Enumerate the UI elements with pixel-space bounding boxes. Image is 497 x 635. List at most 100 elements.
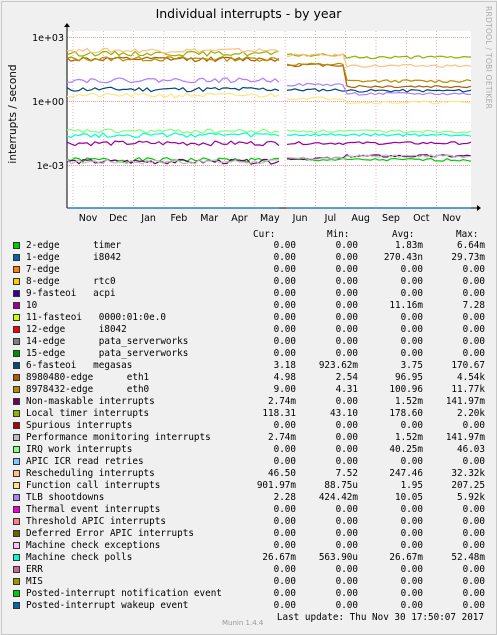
legend-avg-value: 26.67m xyxy=(389,552,423,563)
legend-swatch xyxy=(13,566,20,573)
legend-series-name: 14-edge pata_serverworks xyxy=(26,336,189,347)
y-axis-arrow xyxy=(64,23,70,27)
legend-row: Deferred Error APIC interrupts 0.00 0.00 0.… xyxy=(0,528,497,540)
legend-cur-value: 0.00 xyxy=(273,588,296,599)
legend-cur-value: 0.00 xyxy=(273,312,296,323)
legend-cur-value: 0.00 xyxy=(273,456,296,467)
x-tick-label: Jun xyxy=(292,213,308,224)
legend-series-name: 1-edge i8042 xyxy=(26,252,122,263)
legend-max-value: 29.73m xyxy=(451,252,485,263)
legend-min-value: 7.52 xyxy=(335,468,358,479)
legend-avg-value: 0.00 xyxy=(400,348,423,359)
legend-cur-value: 0.00 xyxy=(273,564,296,575)
legend-row: Threshold APIC interrupts 0.00 0.00 0.00 0.0… xyxy=(0,516,497,528)
legend-swatch xyxy=(13,458,20,465)
legend-cur-value: 3.18 xyxy=(273,360,296,371)
x-tick-label: Dec xyxy=(109,213,127,224)
legend-max-value: 207.25 xyxy=(451,480,485,491)
legend-swatch xyxy=(13,398,20,405)
legend-avg-value: 178.60 xyxy=(389,408,423,419)
legend-max-value: 0.00 xyxy=(462,504,485,515)
legend-avg-value: 0.00 xyxy=(400,540,423,551)
legend-avg-value: 0.00 xyxy=(400,420,423,431)
legend-series-name: MIS xyxy=(26,576,43,587)
legend-avg-value: 270.43n xyxy=(383,252,423,263)
legend-min-value: 0.00 xyxy=(335,456,358,467)
legend-row: Rescheduling interrupts 46.50 7.52 247.46 32… xyxy=(0,468,497,480)
legend-swatch xyxy=(13,494,20,501)
legend-swatch xyxy=(13,374,20,381)
legend-swatch xyxy=(13,278,20,285)
legend-row: 12-edge i8042 0.00 0.00 0.00 0.00 xyxy=(0,324,497,336)
legend-avg-value: 0.00 xyxy=(400,264,423,275)
legend-avg-value: 40.25m xyxy=(389,444,423,455)
legend-min-value: 0.00 xyxy=(335,252,358,263)
legend-series-name: Local timer interrupts xyxy=(26,408,150,419)
legend-min-value: 0.00 xyxy=(335,396,358,407)
legend-avg-value: 247.46 xyxy=(389,468,423,479)
x-tick-label: Nov xyxy=(79,213,98,224)
legend-min-value: 0.00 xyxy=(335,600,358,611)
legend-series-name: Thermal event interrupts xyxy=(26,504,161,515)
legend-cur-value: 0.00 xyxy=(273,288,296,299)
legend-row: Posted-interrupt wakeup event 0.00 0.00 0.0… xyxy=(0,600,497,612)
legend-min-value: 563.90u xyxy=(318,552,358,563)
legend-swatch xyxy=(13,386,20,393)
legend-header-avg: Avg: xyxy=(392,229,415,240)
legend-swatch xyxy=(13,410,20,417)
legend-series-name: 12-edge i8042 xyxy=(26,324,127,335)
legend-swatch xyxy=(13,266,20,273)
legend-swatch xyxy=(13,314,20,321)
legend-swatch xyxy=(13,434,20,441)
legend-swatch xyxy=(13,362,20,369)
legend-min-value: 0.00 xyxy=(335,540,358,551)
legend-header-min: Min: xyxy=(327,229,350,240)
legend-series-name: 9-fasteoi acpi xyxy=(26,288,116,299)
x-tick-label: Aug xyxy=(351,213,370,224)
legend-avg-value: 0.00 xyxy=(400,588,423,599)
legend-series-name: Deferred Error APIC interrupts xyxy=(26,528,194,539)
legend-header-cur: Cur: xyxy=(253,229,276,240)
legend-series-name: Machine check polls xyxy=(26,552,133,563)
legend-series-name: APIC ICR read retries xyxy=(26,456,144,467)
legend-max-value: 0.00 xyxy=(462,264,485,275)
x-tick-label: Jul xyxy=(324,213,336,224)
legend-max-value: 0.00 xyxy=(462,540,485,551)
legend-cur-value: 0.00 xyxy=(273,444,296,455)
legend-row: IRQ work interrupts 0.00 0.00 40.25m 46.03 xyxy=(0,444,497,456)
legend-series-name: 8-edge rtc0 xyxy=(26,276,116,287)
legend-avg-value: 0.00 xyxy=(400,324,423,335)
x-tick-label: Jan xyxy=(140,213,156,224)
legend-cur-value: 901.97m xyxy=(256,480,296,491)
legend-max-value: 46.03 xyxy=(457,444,485,455)
legend-swatch xyxy=(13,578,20,585)
legend-avg-value: 1.52m xyxy=(395,432,423,443)
legend-cur-value: 0.00 xyxy=(273,264,296,275)
legend-min-value: 0.00 xyxy=(335,576,358,587)
legend-avg-value: 0.00 xyxy=(400,312,423,323)
legend-cur-value: 26.67m xyxy=(262,552,296,563)
legend-swatch xyxy=(13,506,20,513)
legend-cur-value: 2.74m xyxy=(268,396,296,407)
legend-row: Spurious interrupts 0.00 0.00 0.00 0.00 xyxy=(0,420,497,432)
legend-max-value: 0.00 xyxy=(462,564,485,575)
legend-min-value: 4.31 xyxy=(335,384,358,395)
legend-max-value: 0.00 xyxy=(462,600,485,611)
legend-series-name: 8978432-edge eth0 xyxy=(26,384,150,395)
chart-svg: 1e+03 1e+00 1e-03 Nov Dec Jan Feb Mar Apr May Jun J… xyxy=(32,23,481,224)
legend-max-value: 52.48m xyxy=(451,552,485,563)
legend-avg-value: 3.75 xyxy=(400,360,423,371)
legend-avg-value: 0.00 xyxy=(400,528,423,539)
legend-min-value: 43.10 xyxy=(330,408,358,419)
legend-max-value: 0.00 xyxy=(462,348,485,359)
legend-avg-value: 0.00 xyxy=(400,516,423,527)
legend-min-value: 0.00 xyxy=(335,276,358,287)
legend-min-value: 0.00 xyxy=(335,336,358,347)
legend-min-value: 0.00 xyxy=(335,348,358,359)
legend-max-value: 0.00 xyxy=(462,576,485,587)
legend-row: Non-maskable interrupts 2.74m 0.00 1.52m 141… xyxy=(0,396,497,408)
y-tick-label: 1e+00 xyxy=(32,97,64,108)
x-axis-arrow xyxy=(477,205,481,211)
legend-row: APIC ICR read retries 0.00 0.00 0.00 0.00 xyxy=(0,456,497,468)
legend-max-value: 0.00 xyxy=(462,336,485,347)
